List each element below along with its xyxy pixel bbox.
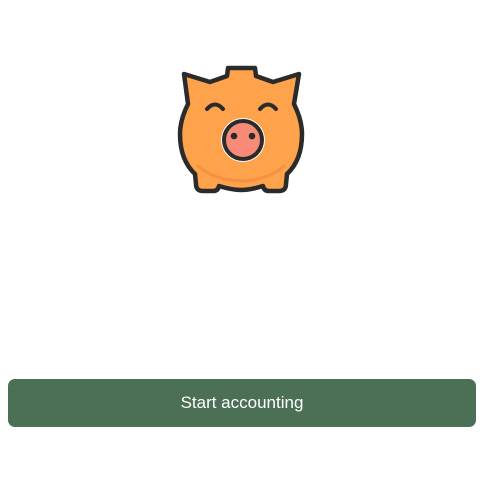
start-accounting-button[interactable]: Start accounting [8, 379, 476, 427]
piggy-bank-icon [174, 62, 308, 200]
welcome-screen: Start accounting [0, 0, 485, 481]
